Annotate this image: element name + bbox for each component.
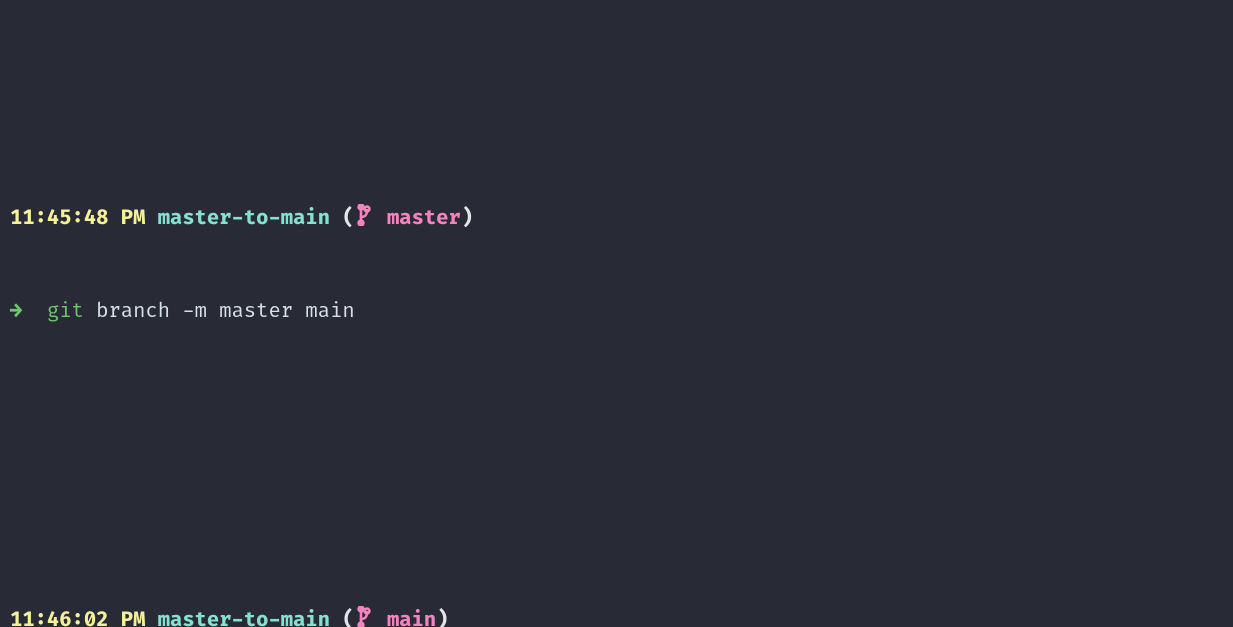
- prompt-branch: master: [387, 207, 461, 231]
- prompt-time: 11:46:02 PM: [10, 609, 145, 627]
- prompt-line: 11:46:02 PM master-to-main ( main): [10, 606, 1223, 627]
- prompt-time: 11:45:48 PM: [10, 207, 145, 231]
- prompt-directory: master-to-main: [158, 207, 330, 231]
- terminal[interactable]: 11:45:48 PM master-to-main ( master) → g…: [0, 0, 1233, 627]
- prompt-line: 11:45:48 PM master-to-main ( master): [10, 204, 1223, 235]
- command-block: 11:45:48 PM master-to-main ( master) → g…: [10, 142, 1223, 390]
- command-block: 11:46:02 PM master-to-main ( main) → git…: [10, 544, 1223, 627]
- prompt-paren-open: (: [342, 207, 354, 231]
- command-args: branch -m master main: [84, 300, 355, 324]
- branch-icon: [355, 606, 373, 627]
- command-line[interactable]: → git branch -m master main: [10, 297, 1223, 328]
- prompt-directory: master-to-main: [158, 609, 330, 627]
- branch-icon: [355, 204, 373, 226]
- prompt-paren-close: ): [461, 207, 473, 231]
- prompt-branch: main: [387, 609, 436, 627]
- prompt-paren-close: ): [436, 609, 448, 627]
- prompt-arrow-icon: →: [10, 300, 22, 324]
- command-git: git: [47, 300, 84, 324]
- prompt-paren-open: (: [342, 609, 354, 627]
